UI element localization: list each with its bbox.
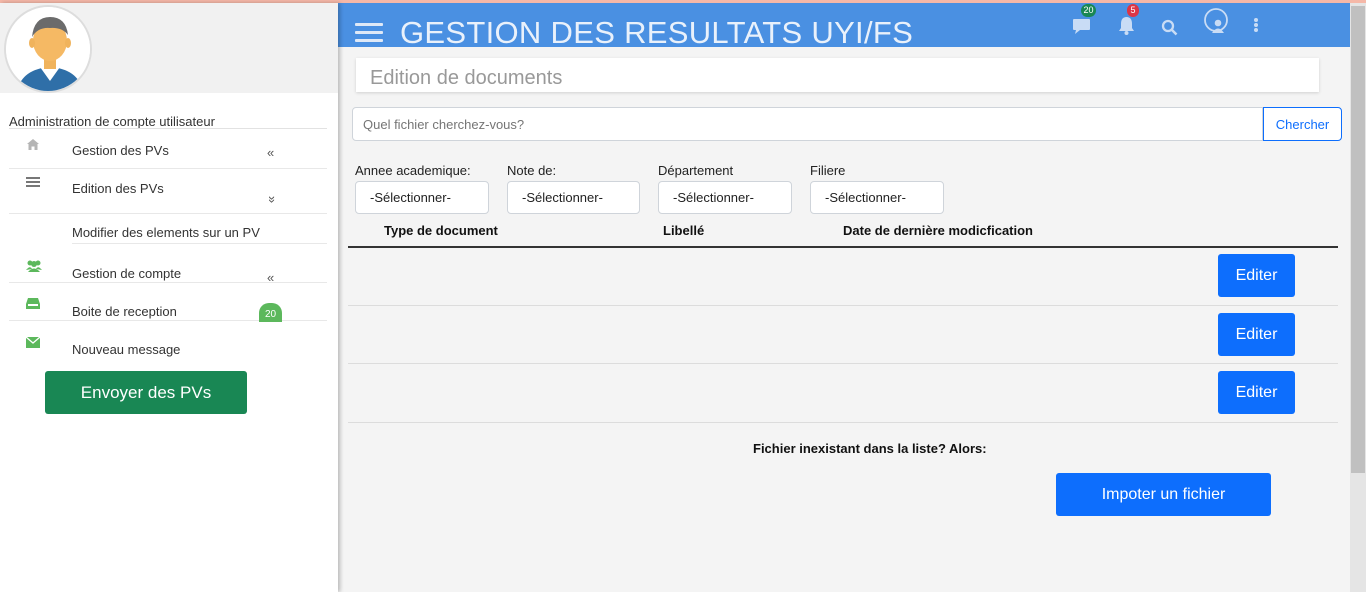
user-account-icon[interactable] bbox=[1204, 8, 1228, 39]
column-header-libelle: Libellé bbox=[663, 223, 705, 238]
notifications-count-badge: 5 bbox=[1127, 4, 1139, 17]
avatar-illustration bbox=[6, 7, 90, 91]
search-icon[interactable] bbox=[1161, 19, 1178, 41]
top-app-bar: GESTION DES RESULTATS UYI/FS 20 5 bbox=[338, 3, 1350, 50]
row-divider bbox=[348, 305, 1338, 306]
row-divider bbox=[348, 363, 1338, 364]
search-button[interactable]: Chercher bbox=[1263, 107, 1342, 141]
divider bbox=[9, 128, 327, 129]
select-annee-academique[interactable]: -Sélectionner- bbox=[355, 181, 489, 214]
sidebar-section-title: Administration de compte utilisateur bbox=[9, 114, 215, 129]
filter-label-departement: Département bbox=[658, 163, 734, 178]
inbox-icon bbox=[26, 297, 42, 313]
app-title: GESTION DES RESULTATS UYI/FS bbox=[400, 15, 914, 50]
send-pvs-button[interactable]: Envoyer des PVs bbox=[45, 371, 247, 414]
users-icon bbox=[26, 259, 42, 275]
page-scrollbar[interactable] bbox=[1350, 3, 1366, 592]
sidebar-item-label: Boite de reception bbox=[72, 304, 177, 319]
table-header-divider bbox=[348, 246, 1338, 248]
divider bbox=[72, 243, 327, 244]
scrollbar-thumb[interactable] bbox=[1351, 6, 1365, 473]
hamburger-menu-icon[interactable] bbox=[355, 23, 383, 45]
missing-file-text: Fichier inexistant dans la liste? Alors: bbox=[753, 441, 987, 456]
sidebar-item-gestion-pvs[interactable]: Gestion des PVs « bbox=[9, 132, 327, 169]
chevron-double-left-icon: « bbox=[267, 145, 275, 160]
select-departement[interactable]: -Sélectionner- bbox=[658, 181, 792, 214]
column-header-type: Type de document bbox=[384, 223, 498, 238]
list-icon bbox=[26, 176, 42, 192]
sidebar-item-label: Gestion de compte bbox=[72, 266, 182, 281]
sidebar-item-label: Edition des PVs bbox=[72, 181, 164, 196]
filter-label-filiere: Filiere bbox=[810, 163, 846, 178]
chevron-double-left-icon: « bbox=[267, 270, 275, 285]
more-vertical-icon[interactable] bbox=[1253, 17, 1259, 38]
edit-button[interactable]: Editer bbox=[1218, 313, 1295, 356]
page-title-card: Edition de documents bbox=[356, 58, 1319, 92]
column-header-date: Date de dernière modicfication bbox=[843, 223, 1033, 238]
search-input[interactable] bbox=[352, 107, 1263, 141]
edit-button[interactable]: Editer bbox=[1218, 254, 1295, 297]
sidebar-item-gestion-compte[interactable]: Gestion de compte « bbox=[9, 246, 327, 285]
envelope-icon bbox=[25, 336, 42, 352]
inbox-count-badge: 20 bbox=[259, 303, 282, 322]
import-file-button[interactable]: Impoter un fichier bbox=[1056, 473, 1271, 516]
page-title: Edition de documents bbox=[370, 67, 563, 89]
filter-label-annee: Annee academique: bbox=[355, 163, 471, 178]
sidebar: Administration de compte utilisateur Ges… bbox=[0, 3, 338, 592]
bell-icon[interactable] bbox=[1118, 16, 1135, 40]
edit-button[interactable]: Editer bbox=[1218, 371, 1295, 414]
filter-label-note: Note de: bbox=[507, 163, 557, 178]
sidebar-item-label: Nouveau message bbox=[72, 342, 181, 357]
user-avatar[interactable] bbox=[4, 5, 92, 93]
sidebar-item-nouveau-message[interactable]: Nouveau message bbox=[9, 322, 327, 359]
row-divider bbox=[348, 422, 1338, 423]
submenu-item-modifier-pv[interactable]: Modifier des elements sur un PV bbox=[72, 225, 260, 240]
sidebar-item-label: Gestion des PVs bbox=[72, 143, 169, 158]
messages-icon[interactable] bbox=[1072, 18, 1091, 40]
messages-count-badge: 20 bbox=[1081, 4, 1096, 17]
sidebar-item-edition-pvs[interactable]: Edition des PVs » bbox=[9, 170, 327, 214]
chevron-double-down-icon: » bbox=[265, 195, 281, 204]
profile-header bbox=[0, 3, 338, 93]
select-note-de[interactable]: -Sélectionner- bbox=[507, 181, 640, 214]
home-icon bbox=[26, 138, 42, 154]
select-filiere[interactable]: -Sélectionner- bbox=[810, 181, 944, 214]
